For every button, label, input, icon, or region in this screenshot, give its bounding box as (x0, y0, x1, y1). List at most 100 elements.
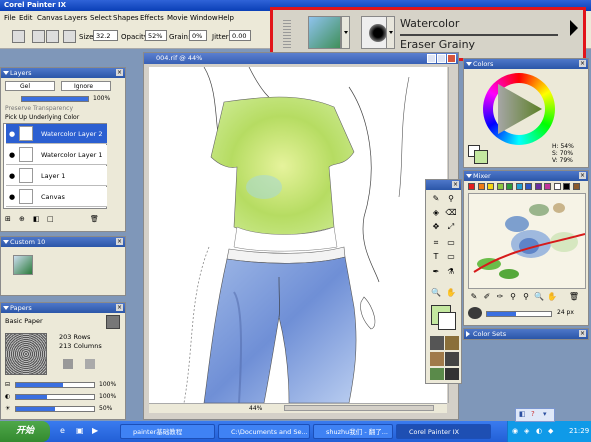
help-icon[interactable]: ? (531, 410, 535, 418)
quick-launch-ie-icon[interactable]: e (60, 426, 65, 435)
mixer-swatch[interactable] (487, 183, 494, 190)
rectangle-select-icon[interactable]: ▭ (445, 237, 457, 249)
mixer-swatch[interactable] (534, 183, 542, 190)
language-options-icon[interactable]: ▾ (543, 410, 547, 418)
start-button[interactable]: 开始 (0, 421, 50, 442)
visibility-eye-icon[interactable]: ● (9, 193, 15, 201)
visibility-eye-icon[interactable]: ● (9, 151, 15, 159)
crop-tool-icon[interactable]: ⌗ (430, 237, 442, 249)
papers-panel-header[interactable]: Papers × (1, 303, 125, 313)
taskbar-button[interactable]: C:\Documents and Se... (218, 424, 310, 439)
sample-color-icon[interactable]: ⚲ (507, 291, 519, 303)
paper-name[interactable]: Basic Paper (5, 317, 43, 325)
preserve-transparency-checkbox[interactable]: Preserve Transparency (5, 105, 73, 112)
close-icon[interactable]: × (579, 172, 586, 179)
depth-select[interactable]: Ignore (61, 81, 111, 91)
menu-movie[interactable]: Movie (167, 14, 188, 22)
menu-window[interactable]: Window (190, 14, 218, 22)
brush-tool-icon[interactable] (12, 30, 25, 43)
mixer-swatch[interactable] (468, 183, 475, 190)
close-icon[interactable]: × (116, 304, 123, 311)
visibility-eye-icon[interactable]: ● (9, 172, 15, 180)
mixer-swatch[interactable] (553, 183, 561, 190)
mixer-swatch[interactable] (525, 183, 532, 190)
secondary-color-swatch[interactable] (438, 312, 456, 330)
menu-canvas[interactable]: Canvas (37, 14, 63, 22)
close-icon[interactable] (447, 54, 456, 63)
mixer-swatch[interactable] (572, 183, 580, 190)
layer-row[interactable]: ● Canvas (6, 187, 107, 207)
layer-row[interactable]: ● Watercolor Layer 1 (6, 145, 107, 165)
quick-launch-desktop-icon[interactable]: ▣ (76, 426, 84, 435)
menu-edit[interactable]: Edit (19, 14, 33, 22)
mixer-swatch[interactable] (515, 183, 523, 190)
menu-effects[interactable]: Effects (140, 14, 164, 22)
paper-selector-icon[interactable] (430, 336, 444, 350)
grabber-hand-icon[interactable]: ✋ (445, 287, 457, 299)
paper-selector-icon[interactable] (106, 315, 120, 329)
paint-bucket-icon[interactable]: ◈ (430, 207, 442, 219)
menu-shapes[interactable]: Shapes (113, 14, 139, 22)
grain-field[interactable]: 0% (189, 30, 207, 41)
pan-icon[interactable]: ✋ (546, 291, 558, 303)
layer-adjuster-icon[interactable]: ✥ (430, 221, 442, 233)
jitter-field[interactable]: 0.00 (229, 30, 251, 41)
close-icon[interactable]: × (452, 181, 459, 188)
layers-panel-header[interactable]: Layers × (1, 68, 125, 78)
mixer-swatch[interactable] (544, 183, 551, 190)
tray-volume-icon[interactable]: ◐ (536, 427, 542, 435)
text-tool-icon[interactable]: T (430, 251, 442, 263)
taskbar-button[interactable]: shuzhu我们 - 翻了... (313, 424, 393, 439)
brush-variant-name[interactable]: Eraser Grainy (400, 38, 475, 51)
magnifier-icon[interactable]: 🔍 (430, 287, 442, 299)
dirty-brush-icon[interactable]: ✎ (468, 291, 480, 303)
watercolor-brush-icon[interactable] (13, 255, 33, 275)
dynamic-plugins-icon[interactable]: ⊕ (19, 215, 25, 223)
zoom-readout[interactable]: 44% (249, 405, 262, 412)
layer-adjuster-icon[interactable]: ⊞ (5, 215, 11, 223)
cloner-tool-icon[interactable]: ⚗ (445, 266, 457, 278)
zoom-icon[interactable]: 🔍 (533, 291, 545, 303)
menu-select[interactable]: Select (90, 14, 112, 22)
transform-icon[interactable]: ⤢ (445, 221, 457, 233)
taskbar-button[interactable]: Corel Painter IX (396, 424, 491, 439)
color-sets-header[interactable]: Color Sets × (464, 329, 588, 339)
freehand-stroke-icon[interactable] (32, 30, 45, 43)
brush-tool-icon[interactable]: ✎ (430, 193, 442, 205)
pick-up-color-checkbox[interactable]: Pick Up Underlying Color (5, 114, 79, 121)
gradient-selector-icon[interactable] (445, 336, 459, 350)
mixer-pad[interactable] (468, 193, 586, 289)
weaving-selector-icon[interactable] (445, 352, 459, 366)
size-field[interactable]: 32.2 (93, 30, 118, 41)
close-icon[interactable]: × (116, 69, 123, 76)
watercolor-category-icon[interactable] (308, 16, 341, 49)
layer-row[interactable]: ● Layer 1 (6, 166, 107, 186)
straight-stroke-icon[interactable] (46, 30, 59, 43)
input-method-icon[interactable]: ◧ (519, 410, 526, 418)
mixer-swatch[interactable] (563, 183, 570, 190)
make-paper-icon[interactable] (85, 359, 95, 369)
reset-tool-icon[interactable] (63, 30, 76, 43)
trash-icon[interactable]: 🗑 (568, 291, 580, 303)
opacity-field[interactable]: 52% (145, 30, 167, 41)
composite-method-select[interactable]: Gel (5, 81, 55, 91)
colors-panel-header[interactable]: Colors × (464, 59, 588, 69)
menu-layers[interactable]: Layers (64, 14, 87, 22)
mix-color-icon[interactable]: ✑ (494, 291, 506, 303)
drawing-canvas[interactable] (149, 67, 447, 403)
toolbox-header[interactable]: × (426, 180, 461, 190)
colors-main-swatch[interactable] (474, 150, 488, 164)
pattern-selector-icon[interactable] (430, 352, 444, 366)
minimize-icon[interactable] (427, 54, 436, 63)
new-layer-icon[interactable]: □ (47, 215, 54, 223)
close-icon[interactable]: × (579, 60, 586, 67)
grip-handle-icon[interactable] (283, 20, 291, 50)
variant-dropdown-button[interactable] (386, 16, 395, 49)
visibility-eye-icon[interactable]: ● (9, 130, 15, 138)
dropper-tool-icon[interactable]: ⚲ (445, 193, 457, 205)
custom-palette-header[interactable]: Custom 10 × (1, 237, 125, 247)
tray-network-icon[interactable]: ◈ (524, 427, 529, 435)
language-bar[interactable]: ◧ ? ▾ (515, 408, 555, 422)
horizontal-scrollbar[interactable] (284, 405, 434, 411)
pen-tool-icon[interactable]: ✒ (430, 266, 442, 278)
